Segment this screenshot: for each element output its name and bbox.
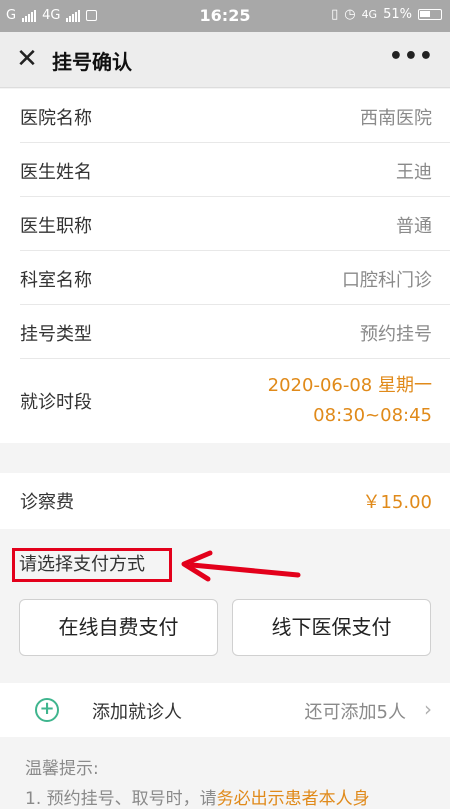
- battery-icon: [418, 9, 442, 20]
- fee-card: 诊察费 ￥15.00: [0, 473, 450, 529]
- tips-title: 温馨提示:: [25, 759, 99, 779]
- visit-date: 2020-06-08 星期一: [267, 375, 432, 396]
- network-label: 4G: [361, 8, 378, 21]
- detail-value: 预约挂号: [360, 324, 432, 345]
- add-patient-label: 添加就诊人: [92, 702, 182, 723]
- detail-row-doctor: 医生姓名 王迪: [20, 143, 450, 197]
- chevron-right-icon: ›: [424, 697, 432, 721]
- detail-value: 口腔科门诊: [342, 270, 432, 291]
- vibrate-icon: ▯: [331, 7, 339, 22]
- detail-row-visit-time: 就诊时段 2020-06-08 星期一 08:30~08:45: [20, 359, 450, 443]
- fee-value: ￥15.00: [362, 492, 432, 513]
- close-icon[interactable]: ✕: [14, 45, 40, 73]
- detail-row-type: 挂号类型 预约挂号: [20, 305, 450, 359]
- alarm-icon: ◷: [344, 7, 356, 22]
- add-patient-remaining: 还可添加5人: [304, 702, 406, 723]
- add-circle-icon: +: [35, 698, 59, 722]
- detail-label: 挂号类型: [20, 324, 92, 345]
- visit-time-label: 就诊时段: [20, 392, 92, 413]
- tips-line-1-text: 1. 预约挂号、取号时，请: [25, 789, 217, 809]
- visit-slot: 08:30~08:45: [313, 405, 432, 426]
- detail-row-department: 科室名称 口腔科门诊: [20, 251, 450, 305]
- more-icon[interactable]: •••: [389, 44, 434, 69]
- detail-value: 普通: [396, 216, 432, 237]
- visit-time-value: 2020-06-08 星期一 08:30~08:45: [268, 371, 432, 431]
- fee-label: 诊察费: [20, 492, 74, 513]
- offline-insurance-pay-button[interactable]: 线下医保支付: [232, 599, 431, 656]
- appointment-details: 医院名称 西南医院 医生姓名 王迪 医生职称 普通 科室名称 口腔科门诊 挂号类…: [0, 89, 450, 443]
- detail-label: 医生职称: [20, 216, 92, 237]
- detail-value: 王迪: [396, 162, 432, 183]
- detail-row-title: 医生职称 普通: [20, 197, 450, 251]
- battery-text: 51%: [383, 7, 412, 22]
- detail-value: 西南医院: [360, 108, 432, 129]
- payment-section: 请选择支付方式 在线自费支付 线下医保支付: [0, 529, 450, 679]
- fee-row: 诊察费 ￥15.00: [20, 473, 450, 527]
- detail-label: 医院名称: [20, 108, 92, 129]
- annotation-arrow-icon: [181, 550, 301, 582]
- tips-line-1: 1. 预约挂号、取号时，请务必出示患者本人身: [25, 784, 370, 809]
- payment-method-title: 请选择支付方式: [12, 548, 172, 582]
- detail-row-hospital: 医院名称 西南医院: [20, 89, 450, 143]
- detail-label: 科室名称: [20, 270, 92, 291]
- nav-bar: ✕ 挂号确认 •••: [0, 32, 450, 88]
- add-patient-row[interactable]: + 添加就诊人 还可添加5人 ›: [0, 683, 450, 737]
- page-title: 挂号确认: [52, 50, 132, 74]
- online-self-pay-button[interactable]: 在线自费支付: [19, 599, 218, 656]
- tips-section: 温馨提示: 1. 预约挂号、取号时，请务必出示患者本人身: [0, 737, 450, 809]
- status-bar: G 4G 16:25 ▯ ◷ 4G 51%: [0, 0, 450, 32]
- detail-label: 医生姓名: [20, 162, 92, 183]
- tips-line-1-highlight: 务必出示患者本人身: [216, 789, 370, 809]
